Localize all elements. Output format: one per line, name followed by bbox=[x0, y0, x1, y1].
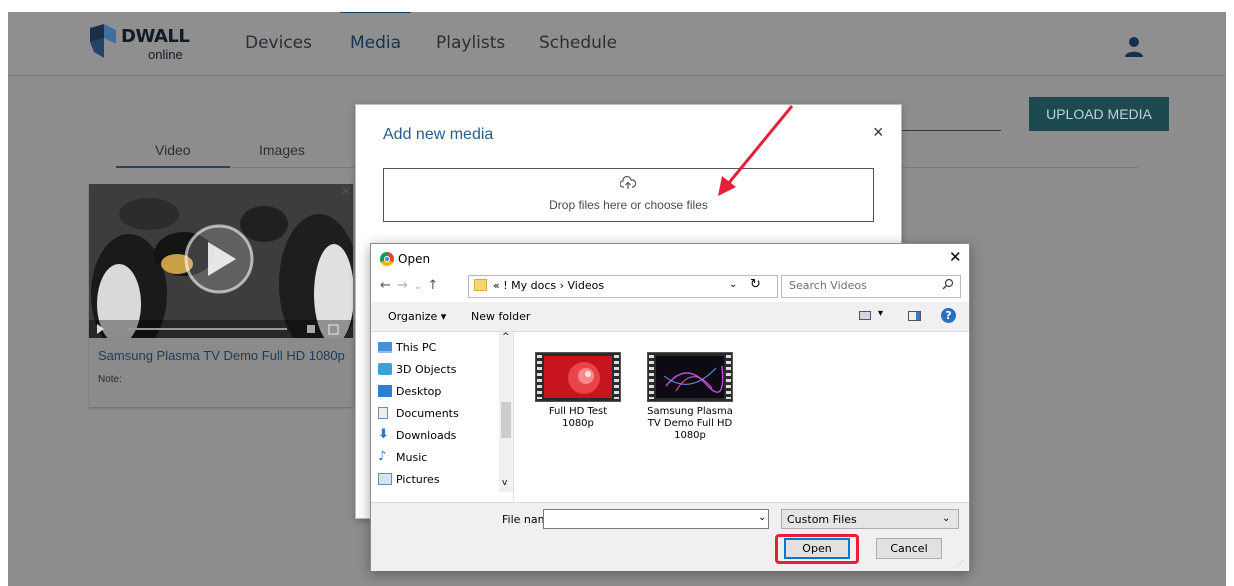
search-icon[interactable] bbox=[942, 278, 954, 290]
nav-devices[interactable]: Devices bbox=[245, 12, 312, 75]
this-pc-icon bbox=[378, 342, 392, 353]
refresh-icon[interactable]: ↻ bbox=[750, 277, 761, 292]
back-arrow-icon[interactable]: ← bbox=[380, 278, 397, 293]
navigation-arrows: ←→⌄↑ bbox=[380, 278, 444, 293]
scroll-down-icon[interactable]: v bbox=[502, 478, 507, 488]
chrome-icon bbox=[380, 252, 394, 266]
modal-title: Add new media bbox=[383, 126, 494, 143]
file-name: Full HD Test 1080p bbox=[548, 406, 608, 429]
nav-item-label: Music bbox=[396, 451, 428, 464]
media-title[interactable]: Samsung Plasma TV Demo Full HD 1080p bbox=[98, 348, 345, 363]
navigation-pane: This PC 3D Objects Desktop Documents ⬇ D… bbox=[371, 332, 514, 501]
scroll-up-icon[interactable]: ^ bbox=[502, 332, 510, 342]
nav-item-label: 3D Objects bbox=[396, 363, 457, 376]
up-arrow-icon[interactable]: ↑ bbox=[427, 278, 444, 293]
file-type-value: Custom Files bbox=[787, 513, 857, 526]
logo-title: DWALL bbox=[121, 26, 190, 47]
resize-grip-icon[interactable]: ⋰ bbox=[956, 559, 964, 568]
file-type-select[interactable]: Custom Files ⌄ bbox=[781, 509, 959, 529]
media-card[interactable]: ✕ Samsung Plasma TV Demo Full HD 1080p N… bbox=[89, 184, 353, 407]
3d-objects-icon bbox=[378, 363, 392, 375]
folder-icon bbox=[474, 279, 487, 291]
modal-close-icon[interactable]: × bbox=[873, 122, 884, 143]
nav-item-documents[interactable]: Documents bbox=[378, 407, 459, 420]
nav-playlists[interactable]: Playlists bbox=[436, 12, 505, 75]
nav-item-desktop[interactable]: Desktop bbox=[378, 385, 442, 398]
dialog-title: Open bbox=[398, 252, 431, 266]
nav-item-music[interactable]: ♪ Music bbox=[378, 450, 428, 464]
nav-scrollbar[interactable]: ^ v bbox=[499, 332, 513, 492]
open-file-dialog: Open ✕ ←→⌄↑ « ! My docs › Videos ⌄ ↻ Sea… bbox=[370, 243, 970, 571]
file-item[interactable]: Samsung Plasma TV Demo Full HD 1080p bbox=[645, 352, 735, 442]
tab-images[interactable]: Images bbox=[259, 142, 305, 158]
video-file-thumbnail bbox=[647, 352, 733, 402]
abstract-lines-preview bbox=[656, 356, 724, 398]
user-account-icon[interactable] bbox=[1124, 36, 1144, 58]
cancel-button[interactable]: Cancel bbox=[876, 538, 942, 559]
music-icon: ♪ bbox=[378, 449, 387, 464]
dialog-toolbar: Organize ▾ New folder ▾ ? bbox=[371, 302, 969, 332]
open-button-highlight bbox=[775, 534, 859, 564]
file-name: Samsung Plasma TV Demo Full HD 1080p bbox=[647, 406, 733, 441]
preview-pane-icon[interactable] bbox=[908, 311, 921, 321]
forward-arrow-icon[interactable]: → bbox=[397, 278, 414, 293]
address-path[interactable]: « ! My docs › Videos bbox=[493, 279, 604, 292]
nav-item-this-pc[interactable]: This PC bbox=[378, 341, 437, 354]
scroll-thumb[interactable] bbox=[501, 402, 511, 438]
new-folder-button[interactable]: New folder bbox=[471, 310, 530, 323]
nav-item-label: Documents bbox=[396, 407, 459, 420]
dwall-logo-icon bbox=[90, 24, 116, 58]
nav-schedule[interactable]: Schedule bbox=[539, 12, 617, 75]
file-name-input[interactable] bbox=[543, 509, 769, 529]
view-options-icon[interactable] bbox=[859, 311, 871, 320]
media-note-label: Note: bbox=[98, 374, 122, 385]
dropzone-text[interactable]: Drop files here or choose files bbox=[384, 198, 873, 212]
video-preview[interactable]: ✕ bbox=[89, 184, 353, 338]
red-flower-preview bbox=[544, 356, 612, 398]
nav-item-downloads[interactable]: ⬇ Downloads bbox=[378, 428, 457, 442]
view-dropdown-icon[interactable]: ▾ bbox=[878, 308, 883, 319]
dwall-logo[interactable]: DWALL online bbox=[90, 20, 200, 66]
tab-video[interactable]: Video bbox=[155, 142, 191, 158]
chevron-down-icon: ⌄ bbox=[942, 513, 951, 524]
documents-icon bbox=[378, 407, 388, 419]
nav-item-label: Pictures bbox=[396, 473, 440, 486]
upload-media-button[interactable]: UPLOAD MEDIA bbox=[1029, 97, 1169, 131]
organize-menu[interactable]: Organize ▾ bbox=[388, 310, 446, 323]
cloud-upload-icon bbox=[620, 176, 636, 189]
logo-subtitle: online bbox=[148, 47, 183, 62]
nav-item-label: Desktop bbox=[396, 385, 442, 398]
search-underline bbox=[897, 130, 1001, 131]
penguins-thumbnail bbox=[89, 184, 353, 338]
top-navigation-bar: DWALL online Devices Media Playlists Sch… bbox=[8, 12, 1226, 76]
pictures-icon bbox=[378, 473, 392, 485]
nav-item-label: This PC bbox=[396, 341, 437, 354]
recent-dropdown-icon[interactable]: ⌄ bbox=[414, 282, 428, 292]
remove-media-icon[interactable]: ✕ bbox=[341, 184, 351, 198]
nav-item-pictures[interactable]: Pictures bbox=[378, 473, 440, 486]
file-item[interactable]: Full HD Test 1080p bbox=[533, 352, 623, 430]
chevron-down-icon[interactable]: ⌄ bbox=[729, 279, 737, 290]
video-file-thumbnail bbox=[535, 352, 621, 402]
file-dropzone[interactable]: Drop files here or choose files bbox=[383, 168, 874, 222]
file-name-dropdown-icon[interactable]: ⌄ bbox=[758, 512, 766, 523]
search-videos-input[interactable]: Search Videos bbox=[781, 275, 961, 298]
nav-item-label: Downloads bbox=[396, 429, 457, 442]
dialog-close-icon[interactable]: ✕ bbox=[949, 248, 962, 266]
search-placeholder: Search Videos bbox=[789, 279, 867, 292]
desktop-icon bbox=[378, 385, 392, 397]
help-icon[interactable]: ? bbox=[941, 308, 956, 323]
address-bar[interactable]: « ! My docs › Videos ⌄ ↻ bbox=[468, 275, 778, 298]
nav-media[interactable]: Media bbox=[339, 12, 412, 75]
nav-item-3d-objects[interactable]: 3D Objects bbox=[378, 363, 457, 376]
active-tab-indicator bbox=[116, 166, 230, 168]
dialog-footer: File name: ⌄ Custom Files ⌄ Open Cancel … bbox=[371, 502, 969, 571]
downloads-icon: ⬇ bbox=[378, 427, 389, 442]
